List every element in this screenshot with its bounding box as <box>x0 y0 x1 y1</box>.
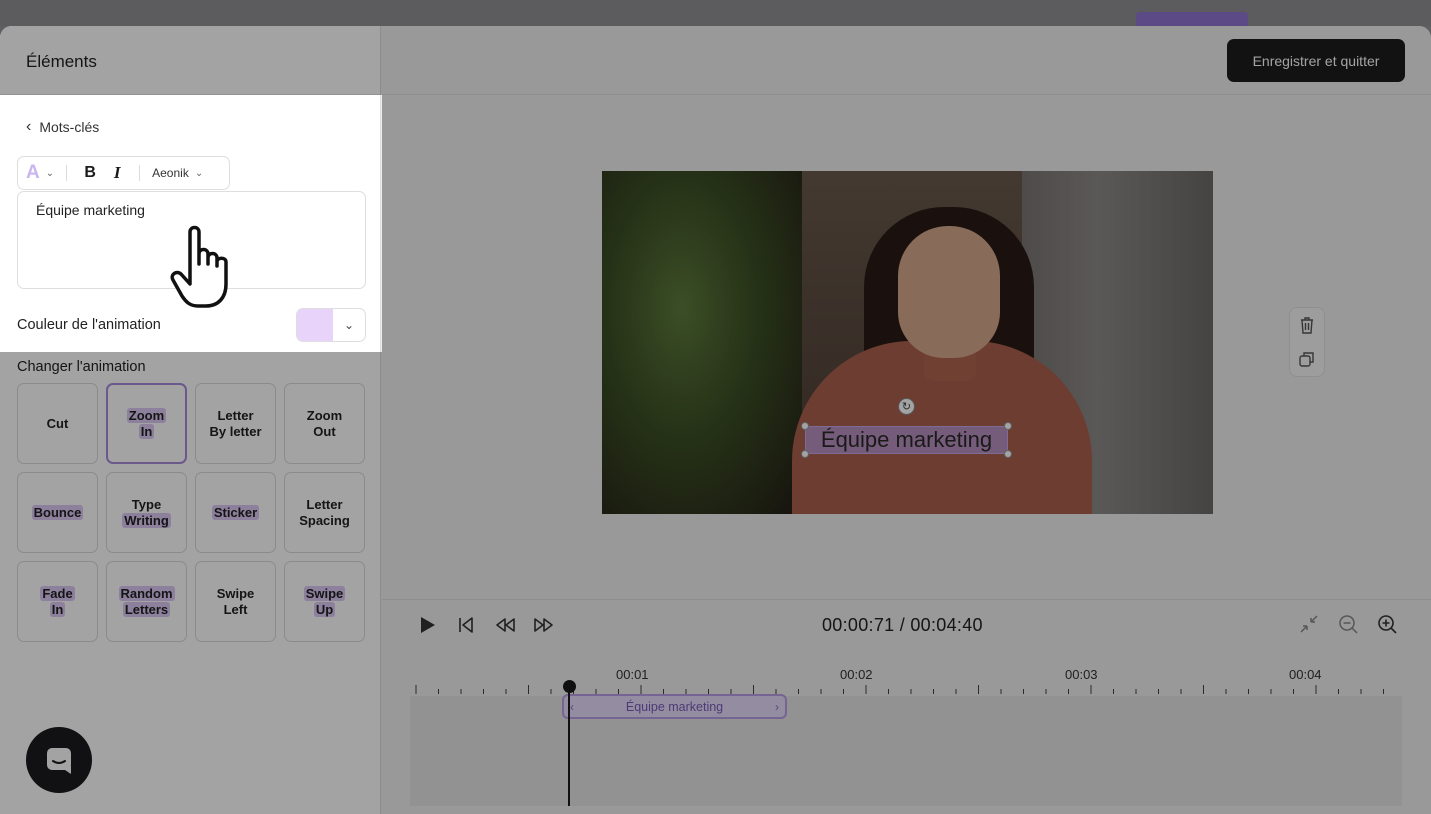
animation-label: By letter <box>209 423 262 439</box>
zoom-out-icon[interactable] <box>1337 613 1359 635</box>
rewind-icon[interactable] <box>494 614 516 636</box>
animation-zoom-in[interactable]: Zoom In <box>106 383 187 464</box>
divider <box>66 165 68 181</box>
playhead-handle[interactable] <box>563 680 576 693</box>
video-preview[interactable] <box>602 171 1213 514</box>
divider <box>382 599 1431 600</box>
time-tick: 00:01 <box>616 667 649 682</box>
animation-label: Writing <box>122 512 171 528</box>
play-icon[interactable] <box>416 614 438 636</box>
time-tick: 00:02 <box>840 667 873 682</box>
save-and-quit-button[interactable]: Enregistrer et quitter <box>1227 39 1405 82</box>
animation-section-title: Changer l'animation <box>17 359 146 375</box>
fit-timeline-icon[interactable] <box>1298 613 1320 635</box>
trash-icon[interactable] <box>1297 315 1317 335</box>
clip-right-handle-icon[interactable]: › <box>775 700 779 714</box>
chat-icon <box>47 748 71 774</box>
timeline-ruler[interactable] <box>410 681 1402 695</box>
keyword-text-value: Équipe marketing <box>36 202 145 218</box>
animation-zoom-out[interactable]: Zoom Out <box>284 383 365 464</box>
animation-label: In <box>138 423 155 439</box>
chevron-down-icon[interactable]: ⌄ <box>46 168 54 179</box>
chevron-down-icon[interactable]: ⌄ <box>333 309 365 341</box>
animation-letter-by-letter[interactable]: Letter By letter <box>195 383 276 464</box>
fast-forward-icon[interactable] <box>533 614 555 636</box>
duplicate-icon[interactable] <box>1297 349 1317 369</box>
caption-overlay[interactable]: Équipe marketing <box>805 426 1008 454</box>
color-swatch[interactable] <box>297 309 333 341</box>
timeline-clip[interactable]: ‹ Équipe marketing › <box>562 694 787 719</box>
animation-label: Spacing <box>299 512 350 528</box>
back-to-keywords[interactable]: ‹ Mots-clés <box>26 118 99 136</box>
clip-label: Équipe marketing <box>625 699 724 714</box>
pointer-hand-icon <box>170 225 228 308</box>
animation-label: Random <box>118 585 175 601</box>
animation-label: Zoom <box>126 407 167 423</box>
elements-panel: Éléments ‹ Mots-clés A ⌄ B I Aeonik ⌄ Éq… <box>0 26 381 814</box>
resize-handle[interactable] <box>1004 450 1012 458</box>
font-select[interactable]: Aeonik <box>152 166 189 180</box>
animation-label: Letter <box>217 407 254 423</box>
divider <box>139 165 141 181</box>
animation-label: Fade <box>40 585 75 601</box>
zoom-in-icon[interactable] <box>1376 613 1398 635</box>
animation-swipe-up[interactable]: Swipe Up <box>284 561 365 642</box>
time-tick: 00:04 <box>1289 667 1322 682</box>
resize-handle[interactable] <box>801 450 809 458</box>
animation-cut[interactable]: Cut <box>17 383 98 464</box>
editor-modal: Éléments ‹ Mots-clés A ⌄ B I Aeonik ⌄ Éq… <box>0 26 1431 814</box>
skip-to-start-icon[interactable] <box>455 614 477 636</box>
animation-type-writing[interactable]: Type Writing <box>106 472 187 553</box>
back-label: Mots-clés <box>39 119 100 135</box>
animation-label: Sticker <box>211 504 260 520</box>
element-side-tools <box>1289 307 1325 377</box>
animation-label: Swipe <box>216 585 255 601</box>
animation-label: Left <box>223 601 248 617</box>
chevron-left-icon: ‹ <box>26 118 32 135</box>
person-face <box>898 226 1000 358</box>
playhead[interactable] <box>568 681 570 806</box>
caption-text: Équipe marketing <box>820 427 993 452</box>
timecode: 00:00:71 / 00:04:40 <box>822 615 983 635</box>
bold-button[interactable]: B <box>79 164 101 182</box>
animation-label: Bounce <box>31 504 84 520</box>
timeline-track[interactable] <box>410 696 1402 806</box>
animation-fade-in[interactable]: Fade In <box>17 561 98 642</box>
clip-left-handle-icon[interactable]: ‹ <box>570 700 574 714</box>
text-color-icon[interactable]: A <box>26 162 40 184</box>
animation-random-letters[interactable]: Random Letters <box>106 561 187 642</box>
animation-label: Zoom <box>306 407 343 423</box>
panel-title: Éléments <box>0 26 380 95</box>
animation-label: Cut <box>46 415 69 431</box>
chat-support-button[interactable] <box>26 727 92 793</box>
animation-letter-spacing[interactable]: Letter Spacing <box>284 472 365 553</box>
animation-label: Swipe <box>303 585 346 601</box>
rotate-icon[interactable]: ↻ <box>898 398 915 415</box>
animation-color-picker[interactable]: ⌄ <box>296 308 366 342</box>
animation-label: In <box>49 601 66 617</box>
animation-label: Up <box>313 601 336 617</box>
animation-label: Letter <box>306 496 343 512</box>
animation-bounce[interactable]: Bounce <box>17 472 98 553</box>
animation-label: Letters <box>122 601 171 617</box>
italic-button[interactable]: I <box>107 163 127 183</box>
animation-color-row: Couleur de l'animation ⌄ <box>17 308 366 342</box>
animation-label: Type <box>131 496 162 512</box>
topbar-button[interactable] <box>1136 12 1248 26</box>
resize-handle[interactable] <box>1004 422 1012 430</box>
animation-grid: Cut Zoom In Letter By letter Zoom Out Bounc… <box>17 383 365 642</box>
resize-handle[interactable] <box>801 422 809 430</box>
animation-color-label: Couleur de l'animation <box>17 317 161 333</box>
background-plants <box>602 171 802 514</box>
animation-label: Out <box>313 423 336 439</box>
animation-sticker[interactable]: Sticker <box>195 472 276 553</box>
animation-swipe-left[interactable]: Swipe Left <box>195 561 276 642</box>
chevron-down-icon[interactable]: ⌄ <box>195 168 203 179</box>
text-format-toolbar: A ⌄ B I Aeonik ⌄ <box>17 156 230 190</box>
time-tick: 00:03 <box>1065 667 1098 682</box>
